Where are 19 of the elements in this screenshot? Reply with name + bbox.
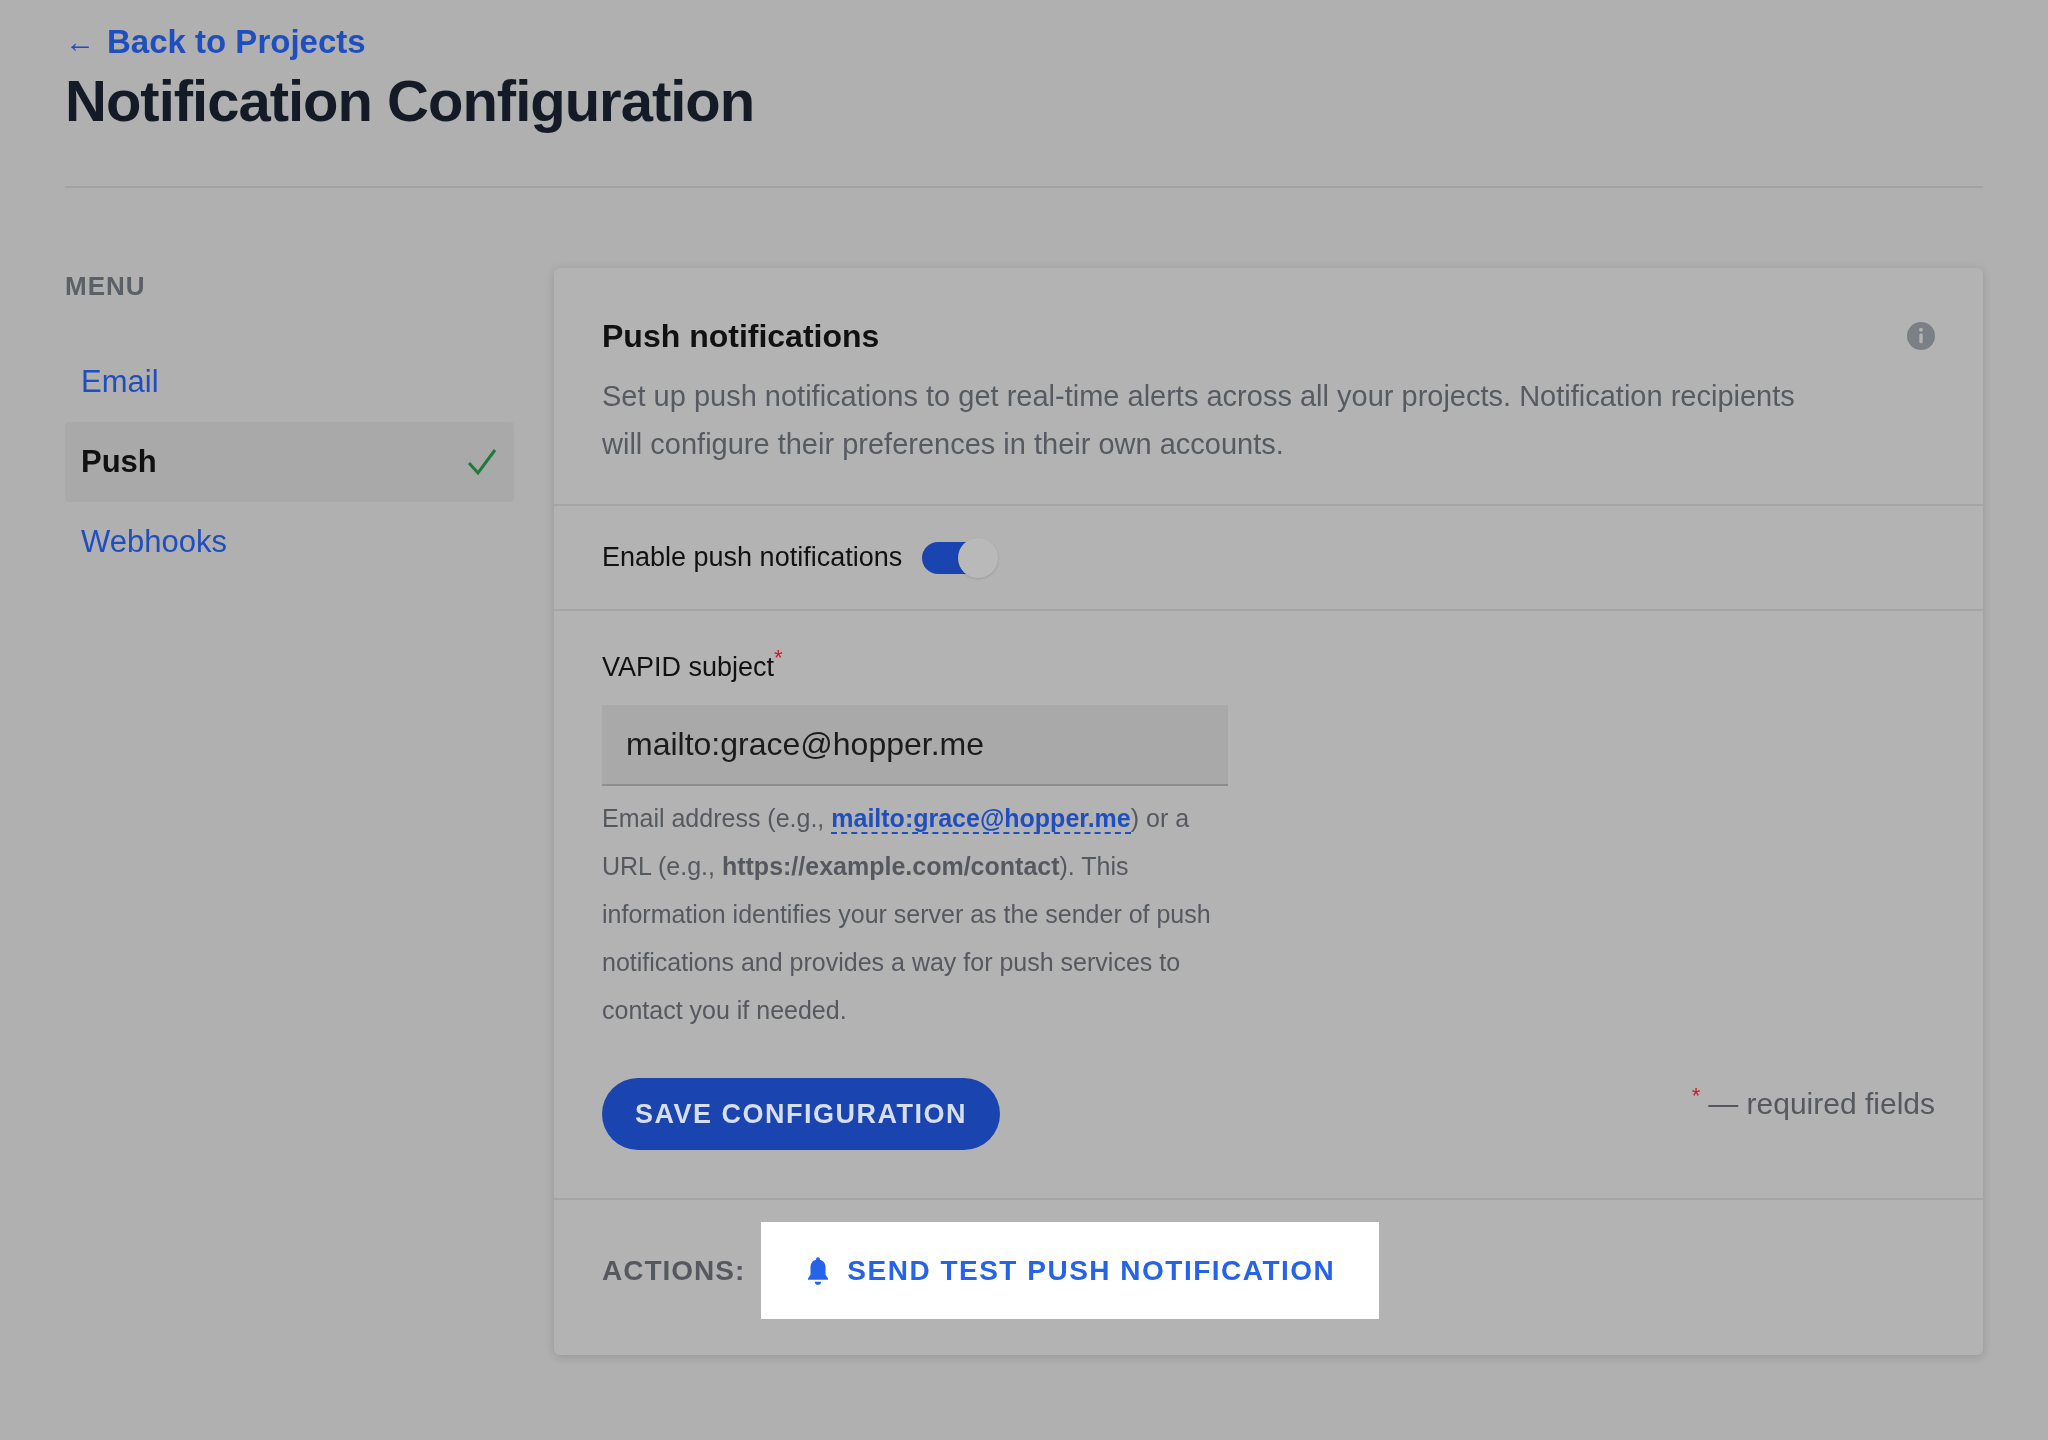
toggle-switch[interactable] — [922, 537, 999, 578]
panel-description: Set up push notifications to get real-time alerts across all your projects. Notification recipients will configure their preferences in their own accounts. — [602, 379, 1796, 462]
help-text: Email address (e.g., mailto:grace@hopper.me) or a URL (e.g., https://example.com/contact). This information identifies your server as the sender of push notifications and provides a way for push services to contact you if needed. — [602, 803, 1212, 1026]
panel-heading: Push notifications — [602, 317, 880, 356]
page-title: Notification Configuration — [65, 67, 756, 135]
menu-item[interactable]: Email — [65, 342, 514, 422]
email-link[interactable]: mailto:grace@hopper.me — [831, 804, 1131, 834]
checkmark-icon — [466, 447, 498, 477]
back-link[interactable]: ← Back to Projects — [65, 22, 366, 62]
save-button[interactable]: SAVE CONFIGURATION — [602, 1078, 1000, 1150]
menu-heading: MENU — [65, 270, 147, 303]
actions-label: ACTIONS: — [602, 1253, 746, 1288]
required-fields-note: $^{*}$ — required fields — [1691, 1081, 1935, 1122]
send-test-button[interactable]: SEND TEST PUSH NOTIFICATION — [761, 1222, 1380, 1319]
menu-item[interactable]: Webhooks — [65, 502, 514, 582]
field-label: VAPID subject$^{*}$ — [602, 647, 784, 684]
input-field[interactable]: mailto:grace@hopper.me — [602, 705, 1228, 786]
menu-item[interactable]: Push — [65, 422, 514, 502]
toggle-label: Enable push notifications — [602, 541, 903, 575]
